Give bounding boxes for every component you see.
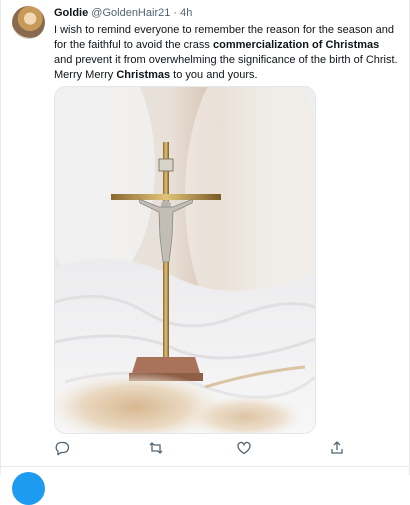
crucifix-photo — [55, 87, 315, 433]
heart-icon — [237, 441, 251, 455]
next-tweet-avatar[interactable] — [12, 472, 45, 505]
tweet-text-bold: Christmas — [116, 69, 171, 81]
reply-icon — [55, 441, 70, 456]
timestamp[interactable]: 4h — [180, 7, 192, 19]
tweet-media-image[interactable] — [54, 86, 316, 434]
tweet-text: I wish to remind everyone to remember th… — [54, 23, 399, 83]
retweet-button[interactable] — [148, 440, 164, 456]
share-icon — [331, 441, 343, 454]
share-button[interactable] — [329, 440, 345, 456]
separator-dot: · — [173, 7, 178, 19]
tweet-actions — [54, 440, 354, 458]
display-name[interactable]: Goldie — [54, 7, 88, 19]
user-handle[interactable]: @GoldenHair21 — [91, 7, 170, 19]
tweet[interactable]: Goldie @GoldenHair21 · 4h I wish to remi… — [0, 0, 410, 466]
tweet-text-part: to you and yours. — [170, 69, 258, 81]
tweet-text-bold: commercialization of Christmas — [212, 39, 380, 51]
like-button[interactable] — [236, 440, 252, 456]
tweet-content: Goldie @GoldenHair21 · 4h I wish to remi… — [54, 6, 399, 83]
tweet-header: Goldie @GoldenHair21 · 4h — [54, 6, 399, 21]
tweet-divider — [0, 466, 410, 467]
retweet-icon — [149, 442, 163, 454]
avatar[interactable] — [12, 6, 45, 39]
reply-button[interactable] — [54, 440, 70, 456]
